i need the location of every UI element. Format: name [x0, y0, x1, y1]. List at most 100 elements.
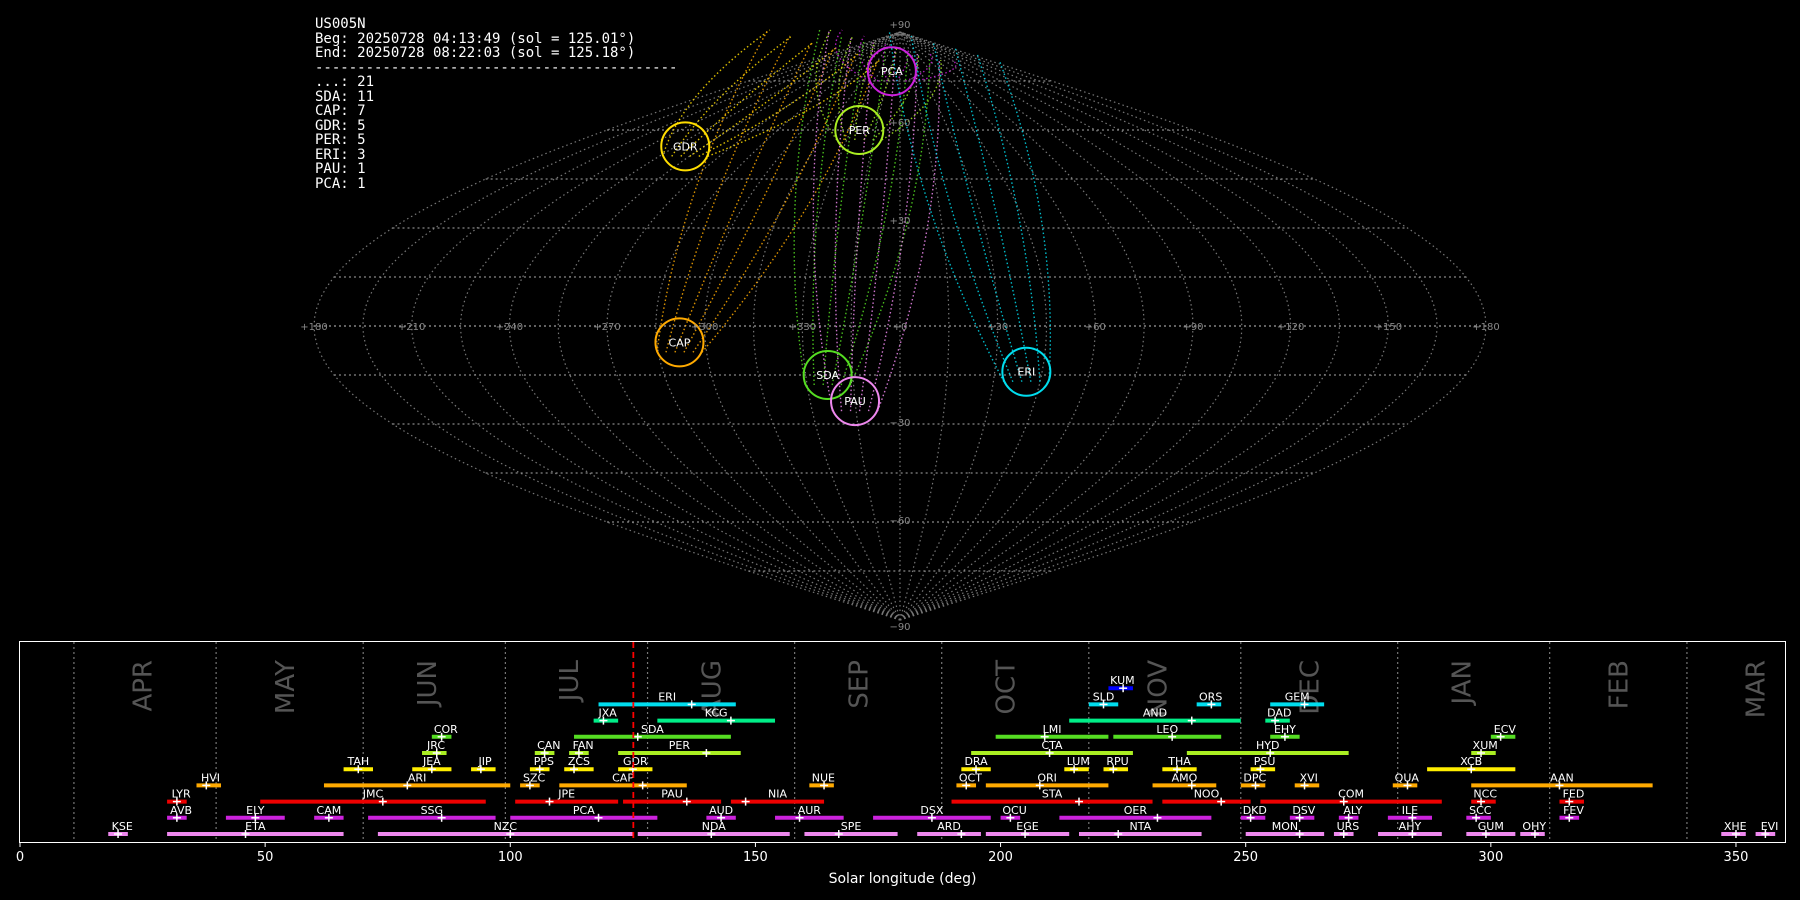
shower-label: CAP: [612, 771, 634, 784]
shower-label: STA: [1042, 788, 1063, 801]
shower-label: ETA: [245, 820, 266, 833]
shower-label: AMO: [1172, 771, 1198, 784]
shower-label: CTA: [1041, 739, 1063, 752]
x-tick-label: 100: [498, 850, 523, 865]
shower-label: AAN: [1550, 771, 1574, 784]
shower-label: NOO: [1194, 788, 1220, 801]
shower-label: OER: [1124, 804, 1148, 817]
shower-label: NIA: [768, 788, 787, 801]
shower-label: DAD: [1267, 707, 1291, 720]
shower-label: DRA: [964, 755, 988, 768]
x-tick-label: 150: [743, 850, 768, 865]
x-axis: 0 50 100 150 200 250 300 350 Solar longitude (de…: [16, 842, 1748, 887]
x-tick-label: 200: [988, 850, 1013, 865]
month-label: JUN: [413, 660, 443, 708]
shower-activity-timeline: APR MAY JUN JUL AUG SEP OCT NOV DEC JAN FEB MAR KUM…: [16, 641, 1786, 887]
shower-label: XVI: [1300, 771, 1318, 784]
shower-label: KUM: [1110, 674, 1134, 687]
shower-label: FAN: [573, 739, 594, 752]
shower-label: NUE: [812, 771, 835, 784]
month-label: FEB: [1604, 660, 1634, 709]
shower-label: ELY: [246, 804, 265, 817]
shower-label: LYR: [172, 788, 191, 801]
shower-label: OCT: [959, 771, 982, 784]
shower-label: JEA: [422, 755, 441, 768]
shower-label: AUD: [709, 804, 733, 817]
shower-label: KSE: [112, 820, 133, 833]
shower-label: HVI: [201, 771, 220, 784]
shower-label: ZCS: [568, 755, 590, 768]
shower-label: XHE: [1724, 820, 1747, 833]
shower-label: ORI: [1037, 771, 1057, 784]
x-tick-label: 50: [257, 850, 274, 865]
shower-label: TAH: [346, 755, 369, 768]
shower-label: PPS: [534, 755, 554, 768]
shower-label: PAU: [661, 788, 683, 801]
month-label: SEP: [844, 660, 874, 709]
shower-label: GEM: [1285, 690, 1310, 703]
shower-label: NZC: [494, 820, 518, 833]
shower-label: NCC: [1473, 788, 1497, 801]
shower-label: EVI: [1761, 820, 1779, 833]
shower-label: RPU: [1106, 755, 1128, 768]
shower-label: ARI: [408, 771, 426, 784]
shower-label: DKD: [1243, 804, 1267, 817]
shower-label: ERI: [658, 690, 676, 703]
shower-label: EGE: [1016, 820, 1038, 833]
shower-label: GUM: [1478, 820, 1504, 833]
x-tick-label: 0: [16, 850, 24, 865]
shower-label: MON: [1272, 820, 1298, 833]
shower-label: NDA: [702, 820, 727, 833]
month-label: OCT: [991, 660, 1021, 715]
shower-label: AND: [1143, 707, 1167, 720]
shower-label: OCU: [1002, 804, 1026, 817]
shower-label: SDA: [641, 723, 664, 736]
shower-label: CAM: [317, 804, 342, 817]
shower-label: HYD: [1256, 739, 1279, 752]
shower-label: LUM: [1067, 755, 1090, 768]
month-label: APR: [129, 660, 159, 712]
shower-label: JRC: [426, 739, 445, 752]
shower-label: SLD: [1093, 690, 1115, 703]
shower-label: URS: [1337, 820, 1360, 833]
shower-label: COM: [1338, 788, 1364, 801]
shower-label: ARD: [937, 820, 961, 833]
shower-label: AHY: [1399, 820, 1422, 833]
shower-label: ECV: [1494, 723, 1517, 736]
month-label: DEC: [1295, 660, 1325, 715]
shower-label: DPC: [1243, 771, 1266, 784]
shower-label: OHY: [1522, 820, 1546, 833]
x-tick-label: 300: [1478, 850, 1503, 865]
shower-label: AVB: [170, 804, 192, 817]
x-tick-label: 250: [1233, 850, 1258, 865]
shower-label: ILE: [1402, 804, 1418, 817]
month-label: MAY: [271, 660, 301, 714]
x-axis-label: Solar longitude (deg): [829, 871, 977, 887]
shower-label: NTA: [1129, 820, 1151, 833]
shower-label: PCA: [573, 804, 595, 817]
shower-label: EHY: [1274, 723, 1296, 736]
shower-label: SSG: [421, 804, 444, 817]
shower-label: PSU: [1254, 755, 1276, 768]
shower-label: KCG: [705, 707, 728, 720]
shower-label: COR: [434, 723, 458, 736]
shower-label: JPE: [557, 788, 575, 801]
shower-label: SZC: [523, 771, 546, 784]
shower-label: ORS: [1199, 690, 1222, 703]
shower-label: SCC: [1469, 804, 1492, 817]
shower-label: GDR: [623, 755, 648, 768]
shower-label: DSV: [1292, 804, 1315, 817]
shower-label: FEV: [1563, 804, 1584, 817]
shower-label: XUM: [1473, 739, 1498, 752]
month-label: JAN: [1447, 660, 1477, 706]
shower-label: AUR: [798, 804, 822, 817]
shower-label: THA: [1167, 755, 1191, 768]
shower-bars: KUM ERI SLD ORS GEM JXA KCG AND DAD COR SDA LMI LEO E…: [108, 642, 1778, 842]
month-label: MAR: [1742, 660, 1772, 718]
shower-label: LEO: [1156, 723, 1178, 736]
shower-label: PER: [669, 739, 691, 752]
shower-label: LMI: [1043, 723, 1062, 736]
shower-label: JXA: [597, 707, 617, 720]
shower-label: QUA: [1395, 771, 1420, 784]
shower-label: XCB: [1460, 755, 1482, 768]
